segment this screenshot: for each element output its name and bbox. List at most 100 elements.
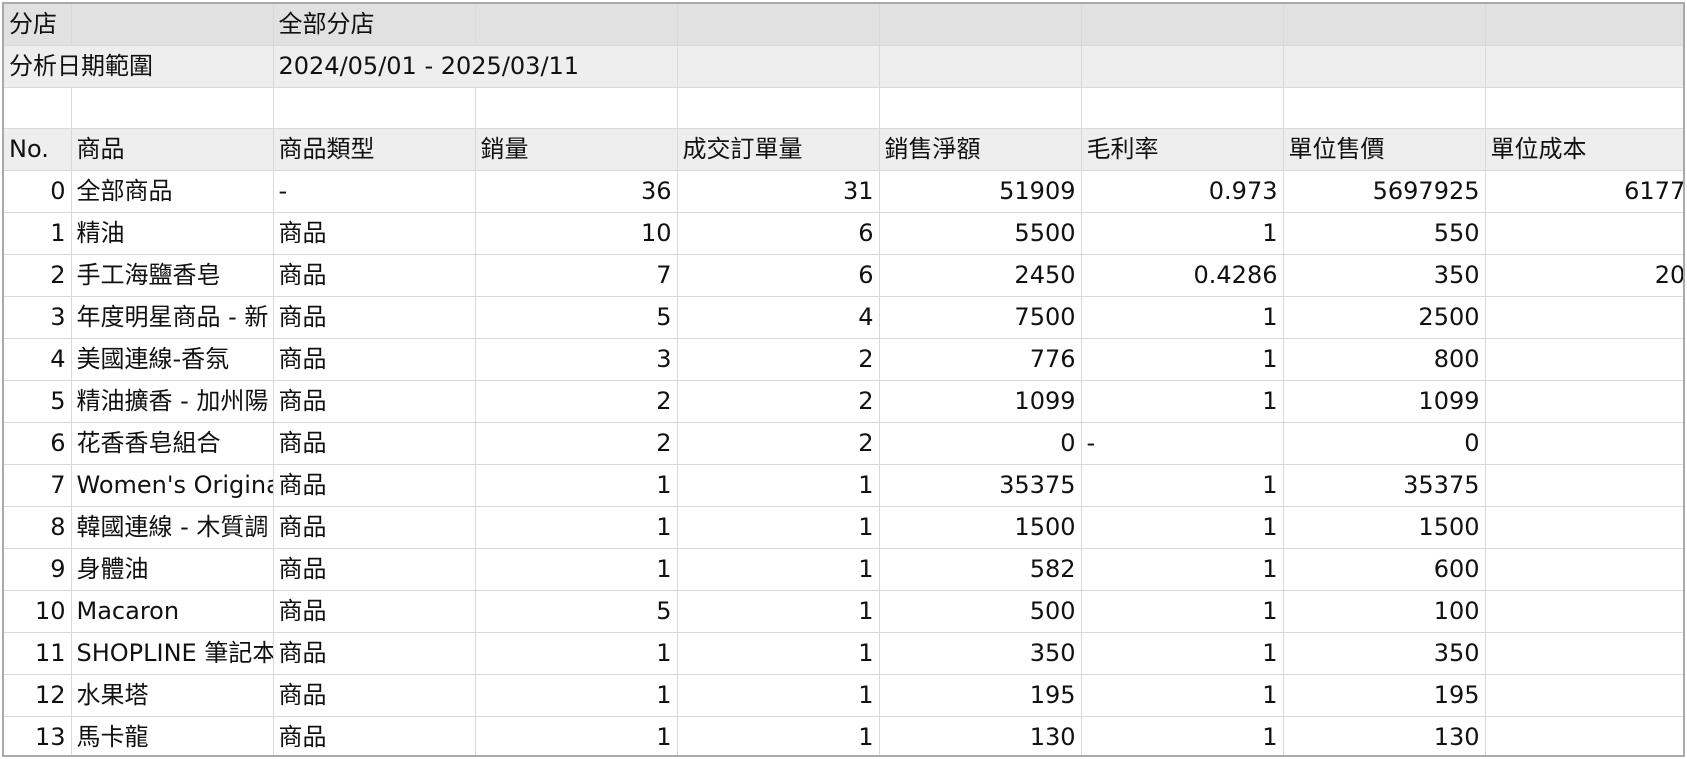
empty-cell[interactable] [475, 4, 678, 46]
table-cell[interactable]: 商品 [273, 506, 476, 549]
table-cell[interactable]: 8 [4, 506, 72, 549]
column-header-cell[interactable]: 單位售價 [1283, 128, 1486, 171]
table-cell[interactable]: 500 [879, 590, 1082, 633]
empty-cell[interactable] [1485, 4, 1683, 46]
table-cell[interactable]: 9 [4, 548, 72, 591]
table-cell[interactable]: 1 [1081, 338, 1284, 381]
table-cell[interactable]: 1 [677, 506, 880, 549]
table-cell[interactable]: 花香香皂組合 [71, 422, 274, 465]
table-cell[interactable]: 1 [677, 716, 880, 755]
table-cell[interactable]: 0 [1485, 422, 1683, 465]
table-cell[interactable]: 精油擴香 - 加州陽 [71, 380, 274, 423]
date-value-cell[interactable]: 2024/05/01 - 2025/03/11 [273, 45, 678, 88]
table-cell[interactable]: 200 [1485, 254, 1683, 297]
table-cell[interactable]: 350 [1283, 632, 1486, 675]
empty-cell[interactable] [677, 45, 880, 88]
column-header-cell[interactable]: 商品 [71, 128, 274, 171]
table-cell[interactable]: 1 [1081, 674, 1284, 717]
table-cell[interactable]: 800 [1283, 338, 1486, 381]
table-cell[interactable]: 手工海鹽香皂 [71, 254, 274, 297]
empty-cell[interactable] [1283, 4, 1486, 46]
table-cell[interactable]: 130 [1283, 716, 1486, 755]
empty-cell[interactable] [1081, 4, 1284, 46]
table-cell[interactable]: 0 [1485, 674, 1683, 717]
empty-cell[interactable] [1283, 87, 1486, 129]
table-cell[interactable]: 2450 [879, 254, 1082, 297]
table-cell[interactable]: 1 [475, 674, 678, 717]
empty-cell[interactable] [71, 4, 274, 46]
table-cell[interactable]: 0 [1485, 590, 1683, 633]
table-cell[interactable]: 5 [4, 380, 72, 423]
table-cell[interactable]: 36 [475, 170, 678, 213]
table-cell[interactable]: 100 [1283, 590, 1486, 633]
column-header-cell[interactable]: 商品類型 [273, 128, 476, 171]
empty-cell[interactable] [1283, 45, 1486, 88]
empty-cell[interactable] [273, 87, 476, 129]
table-cell[interactable]: 550 [1283, 212, 1486, 255]
table-cell[interactable]: 6 [4, 422, 72, 465]
table-cell[interactable]: 商品 [273, 380, 476, 423]
table-cell[interactable]: 7 [475, 254, 678, 297]
table-cell[interactable]: 1 [1081, 464, 1284, 507]
empty-cell[interactable] [475, 87, 678, 129]
table-cell[interactable]: 1 [677, 632, 880, 675]
table-cell[interactable]: 7 [4, 464, 72, 507]
table-cell[interactable]: 水果塔 [71, 674, 274, 717]
table-cell[interactable]: 0 [1485, 716, 1683, 755]
table-cell[interactable]: 1 [677, 674, 880, 717]
table-cell[interactable]: 0 [879, 422, 1082, 465]
table-cell[interactable]: 7500 [879, 296, 1082, 339]
table-cell[interactable]: 4 [677, 296, 880, 339]
table-cell[interactable]: 商品 [273, 674, 476, 717]
table-cell[interactable]: 51909 [879, 170, 1082, 213]
table-cell[interactable]: 2 [475, 380, 678, 423]
table-cell[interactable]: 年度明星商品 - 新 [71, 296, 274, 339]
table-cell[interactable]: 13 [4, 716, 72, 755]
empty-cell[interactable] [677, 87, 880, 129]
table-cell[interactable]: 31 [677, 170, 880, 213]
table-cell[interactable]: 1 [1081, 212, 1284, 255]
column-header-cell[interactable]: 毛利率 [1081, 128, 1284, 171]
table-cell[interactable]: 1 [475, 716, 678, 755]
table-cell[interactable]: 1 [1081, 716, 1284, 755]
table-cell[interactable]: 61779 [1485, 170, 1683, 213]
table-cell[interactable]: 35375 [879, 464, 1082, 507]
table-cell[interactable]: 350 [879, 632, 1082, 675]
date-label-cell[interactable]: 分析日期範圍 [4, 45, 274, 88]
table-cell[interactable]: 350 [1283, 254, 1486, 297]
table-cell[interactable]: 195 [879, 674, 1082, 717]
branch-label-cell[interactable]: 分店 [4, 4, 72, 46]
table-cell[interactable]: 0.973 [1081, 170, 1284, 213]
table-cell[interactable]: 1099 [1283, 380, 1486, 423]
table-cell[interactable]: 0 [1485, 296, 1683, 339]
table-cell[interactable]: 0 [4, 170, 72, 213]
table-cell[interactable]: 2 [4, 254, 72, 297]
table-cell[interactable]: 美國連線-香氛 [71, 338, 274, 381]
column-header-cell[interactable]: No. [4, 128, 72, 171]
table-cell[interactable]: Women's Original [71, 464, 274, 507]
empty-cell[interactable] [4, 87, 72, 129]
table-cell[interactable]: Macaron [71, 590, 274, 633]
table-cell[interactable]: 130 [879, 716, 1082, 755]
table-cell[interactable]: 5 [475, 590, 678, 633]
empty-cell[interactable] [879, 45, 1082, 88]
table-cell[interactable]: 身體油 [71, 548, 274, 591]
table-cell[interactable]: - [273, 170, 476, 213]
table-cell[interactable]: 600 [1283, 548, 1486, 591]
table-cell[interactable]: 6 [677, 212, 880, 255]
table-cell[interactable]: 商品 [273, 212, 476, 255]
empty-cell[interactable] [1081, 45, 1284, 88]
table-cell[interactable]: 5697925 [1283, 170, 1486, 213]
table-cell[interactable]: 商品 [273, 338, 476, 381]
table-cell[interactable]: 商品 [273, 464, 476, 507]
empty-cell[interactable] [1485, 87, 1683, 129]
table-cell[interactable]: 776 [879, 338, 1082, 381]
table-cell[interactable]: 商品 [273, 296, 476, 339]
table-cell[interactable]: 582 [879, 548, 1082, 591]
column-header-cell[interactable]: 銷售淨額 [879, 128, 1082, 171]
table-cell[interactable]: 0 [1485, 548, 1683, 591]
table-cell[interactable]: 2500 [1283, 296, 1486, 339]
table-cell[interactable]: 0 [1283, 422, 1486, 465]
table-cell[interactable]: 馬卡龍 [71, 716, 274, 755]
table-cell[interactable]: 精油 [71, 212, 274, 255]
